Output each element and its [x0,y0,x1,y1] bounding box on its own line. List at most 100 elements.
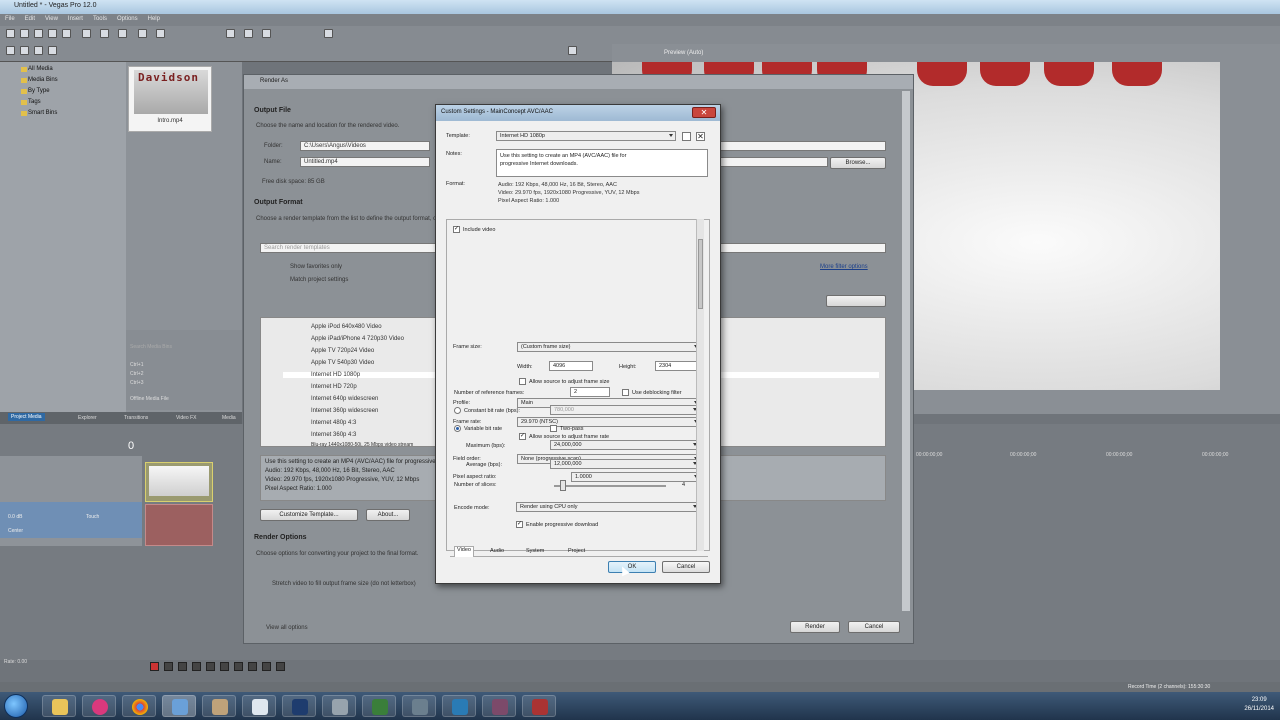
frame-size-dropdown[interactable]: (Custom frame size) [517,342,701,352]
record-icon[interactable] [150,662,159,671]
taskbar-app[interactable] [522,695,556,717]
menu-file[interactable]: File [0,14,20,24]
pixel-aspect-dropdown[interactable]: 1.0000 [571,472,701,482]
menu-options[interactable]: Options [112,14,143,24]
template-item[interactable]: Internet HD 720p [311,384,357,390]
video-track-header[interactable] [0,460,142,496]
notes-field[interactable]: Use this setting to create an MP4 (AVC/A… [496,149,708,177]
play-icon[interactable] [192,662,201,671]
more-filter-options-link[interactable]: More filter options [820,264,868,270]
avg-bitrate-dropdown[interactable]: 12,000,000 [550,459,700,469]
taskbar-vegas[interactable] [162,695,196,717]
template-item[interactable]: Apple TV 540p30 Video [311,360,374,366]
deblocking-checkbox[interactable] [622,389,629,396]
tree-tags[interactable]: Tags [28,99,41,105]
tree-by-type[interactable]: By Type [28,88,50,94]
cut-icon[interactable] [82,29,91,38]
media-thumbnail[interactable]: Davidson Intro.mp4 [128,66,212,132]
next-frame-icon[interactable] [276,662,285,671]
menu-tools[interactable]: Tools [88,14,112,24]
capture-icon[interactable] [20,46,29,55]
view-all-options[interactable]: View all options [266,625,308,631]
system-clock[interactable]: 23:09 26/11/2014 [1244,696,1274,714]
taskbar-photoshop[interactable] [282,695,316,717]
audio-clip[interactable] [145,504,213,546]
envelope-tool-icon[interactable] [244,29,253,38]
tab-transitions[interactable]: Transitions [124,415,148,421]
tab-project-media[interactable]: Project Media [8,413,45,421]
taskbar-notepad[interactable] [242,695,276,717]
loop-icon[interactable] [164,662,173,671]
template-dropdown[interactable]: Internet HD 1080p [496,131,676,141]
undo-icon[interactable] [138,29,147,38]
search-media-field[interactable]: Search Media Bins [130,344,172,350]
menu-insert[interactable]: Insert [63,14,88,24]
preview-mode-dropdown[interactable]: Preview (Auto) [664,50,703,56]
save-icon[interactable] [34,29,43,38]
start-button-icon[interactable] [4,694,28,718]
tab-audio[interactable]: Audio [488,548,506,554]
pause-icon[interactable] [206,662,215,671]
new-icon[interactable] [6,29,15,38]
taskbar-xsplit[interactable] [442,695,476,717]
slider-knob[interactable] [560,480,566,491]
menu-edit[interactable]: Edit [20,14,40,24]
tree-all-media[interactable]: All Media [28,66,53,72]
template-item[interactable]: Internet 360p 4:3 [311,432,356,438]
tab-system[interactable]: System [524,548,546,554]
selection-tool-icon[interactable] [262,29,271,38]
prev-frame-icon[interactable] [262,662,271,671]
track-pan-mode[interactable]: Touch [86,514,99,520]
render-options-heading[interactable]: Render Options [254,534,307,541]
cancel-button[interactable]: Cancel [662,561,710,573]
output-file-heading[interactable]: Output File [254,107,291,114]
cbr-radio[interactable] [454,407,461,414]
remove-template-button[interactable] [826,295,886,307]
taskbar-app[interactable] [402,695,436,717]
render-as-scrollbar[interactable] [902,91,910,611]
slices-slider[interactable] [554,480,666,491]
name-field-extension[interactable] [720,157,828,167]
import-media-icon[interactable] [6,46,15,55]
redo-icon[interactable] [156,29,165,38]
template-item[interactable]: Apple TV 720p24 Video [311,348,374,354]
render-icon[interactable] [48,29,57,38]
encode-mode-dropdown[interactable]: Render using CPU only [516,502,700,512]
two-pass-checkbox[interactable] [550,425,557,432]
stretch-video-option[interactable]: Stretch video to fill output frame size … [272,581,416,587]
menu-help[interactable]: Help [143,14,165,24]
delete-template-icon[interactable]: ✕ [696,132,705,141]
taskbar-app[interactable] [202,695,236,717]
tree-media-bins[interactable]: Media Bins [28,77,58,83]
snap-icon[interactable] [324,29,333,38]
save-template-icon[interactable] [682,132,691,141]
open-icon[interactable] [20,29,29,38]
render-button[interactable]: Render [790,621,840,633]
tab-project[interactable]: Project [566,548,587,554]
output-format-heading[interactable]: Output Format [254,199,303,206]
allow-frame-rate-checkbox[interactable]: ✓ [519,433,526,440]
cbr-dropdown[interactable]: 780,000 [550,405,700,415]
go-to-start-icon[interactable] [234,662,243,671]
paste-icon[interactable] [118,29,127,38]
render-cancel-button[interactable]: Cancel [848,621,900,633]
ok-button[interactable]: OK [608,561,656,573]
reference-frames-field[interactable]: 2 [570,387,610,397]
properties-icon[interactable] [62,29,71,38]
template-item[interactable]: Apple iPod 640x480 Video [311,324,382,330]
preview-settings-icon[interactable] [568,46,577,55]
scrollbar-thumb[interactable] [698,239,703,309]
video-clip[interactable] [145,462,213,502]
custom-settings-scrollbar[interactable] [696,219,704,551]
browse-button[interactable]: Browse... [830,157,886,169]
views-icon[interactable] [48,46,57,55]
audio-track-header[interactable]: 0.0 dB Touch Center [0,502,142,538]
progressive-download-checkbox[interactable]: ✓ [516,521,523,528]
taskbar-app[interactable] [362,695,396,717]
taskbar-explorer[interactable] [42,695,76,717]
media-fx-icon[interactable] [34,46,43,55]
template-item[interactable]: Apple iPad/iPhone 4 720p30 Video [311,336,404,342]
taskbar-app[interactable] [482,695,516,717]
tree-smart-bins[interactable]: Smart Bins [28,110,57,116]
close-icon[interactable]: ✕ [692,107,716,118]
